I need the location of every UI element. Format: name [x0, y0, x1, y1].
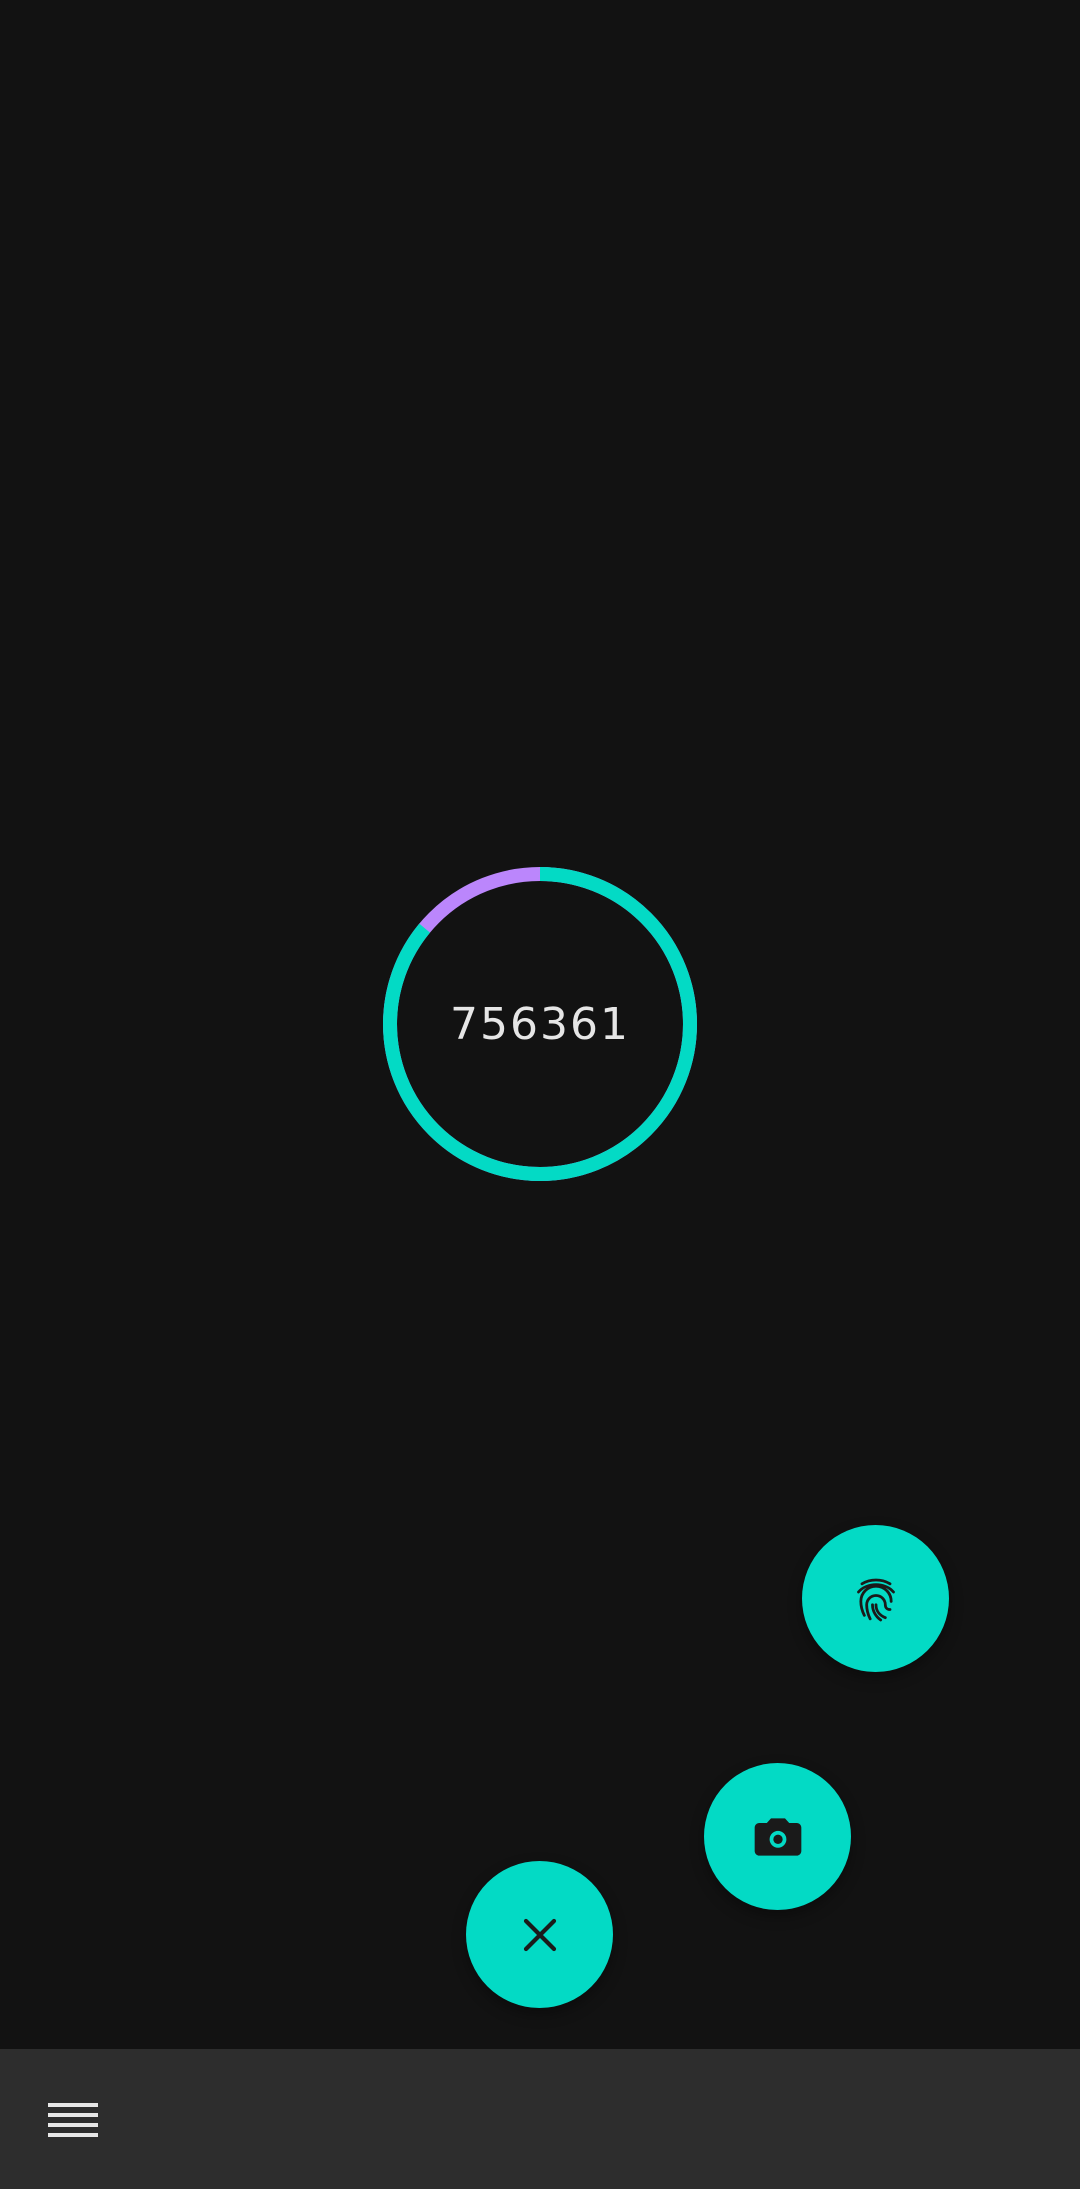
hamburger-menu-icon [48, 2103, 98, 2137]
close-button[interactable] [466, 1861, 613, 2008]
close-icon [523, 1918, 556, 1951]
menu-button[interactable] [40, 2089, 108, 2149]
camera-icon [754, 1817, 801, 1856]
fingerprint-button[interactable] [802, 1525, 949, 1672]
camera-button[interactable] [704, 1763, 851, 1910]
fingerprint-icon [856, 1578, 895, 1621]
bottom-app-bar [0, 2049, 1080, 2189]
otp-code: 756361 [450, 998, 630, 1050]
otp-timer: 756361 [382, 866, 698, 1182]
